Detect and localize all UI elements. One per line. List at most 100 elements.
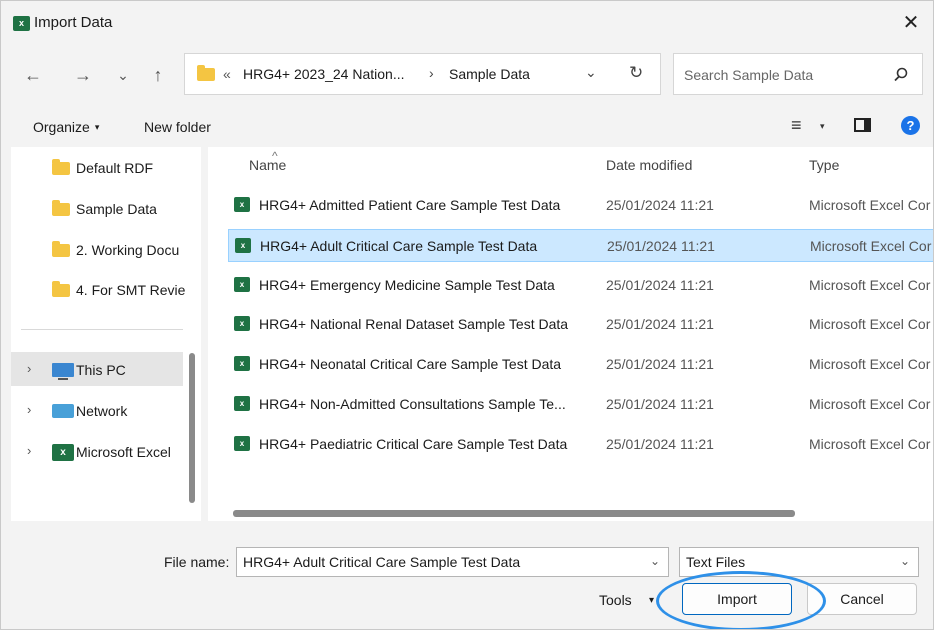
file-date-modified: 25/01/2024 11:21 bbox=[606, 356, 714, 372]
up-button[interactable]: ↑ bbox=[146, 63, 170, 87]
file-name: HRG4+ Paediatric Critical Care Sample Te… bbox=[259, 436, 568, 452]
file-row[interactable]: x HRG4+ Neonatal Critical Care Sample Tes… bbox=[228, 348, 933, 381]
expand-chevron-icon[interactable]: › bbox=[27, 443, 31, 458]
excel-icon: x bbox=[52, 444, 74, 461]
nav-this-pc[interactable]: › This PC bbox=[11, 352, 183, 386]
file-row[interactable]: x HRG4+ Admitted Patient Care Sample Test… bbox=[228, 189, 933, 222]
nav-microsoft-excel[interactable]: › x Microsoft Excel bbox=[11, 434, 183, 468]
address-bar[interactable]: « HRG4+ 2023_24 Nation... › Sample Data … bbox=[184, 53, 661, 95]
dialog-title: Import Data bbox=[34, 14, 113, 31]
import-button[interactable]: Import bbox=[682, 583, 792, 615]
folder-icon bbox=[197, 65, 215, 81]
expand-chevron-icon[interactable]: › bbox=[27, 361, 31, 376]
recent-locations-button[interactable]: ⌄ bbox=[111, 63, 135, 87]
nav-folder-smt-review[interactable]: 4. For SMT Revie bbox=[11, 272, 186, 306]
expand-chevron-icon[interactable]: › bbox=[27, 402, 31, 417]
file-name-label: File name: bbox=[164, 554, 230, 570]
tools-menu[interactable]: Tools bbox=[599, 592, 632, 608]
close-button[interactable]: ✕ bbox=[897, 9, 925, 37]
refresh-icon[interactable]: ↻ bbox=[629, 63, 643, 83]
file-name: HRG4+ Non-Admitted Consultations Sample … bbox=[259, 396, 566, 412]
file-type: Microsoft Excel Cor bbox=[809, 396, 931, 412]
excel-file-icon: x bbox=[234, 316, 250, 331]
file-list: Name ^ Date modified Type x HRG4+ Admitte… bbox=[208, 147, 933, 521]
address-overflow-indicator[interactable]: « bbox=[223, 66, 231, 82]
folder-icon bbox=[52, 159, 70, 175]
new-folder-button[interactable]: New folder bbox=[144, 119, 211, 135]
nav-folder-label: 2. Working Docu bbox=[76, 242, 180, 258]
file-row[interactable]: x HRG4+ Emergency Medicine Sample Test Da… bbox=[228, 269, 933, 302]
organize-menu[interactable]: Organize ▾ bbox=[33, 119, 99, 135]
file-type: Microsoft Excel Cor bbox=[809, 316, 931, 332]
column-header-type[interactable]: Type bbox=[809, 157, 839, 173]
tools-caret-icon[interactable]: ▾ bbox=[649, 595, 654, 606]
help-icon[interactable]: ? bbox=[901, 116, 920, 135]
import-data-dialog: x Import Data ✕ ← → ⌄ ↑ « HRG4+ 2023_24 … bbox=[0, 0, 934, 630]
navigation-pane: Default RDF Sample Data 2. Working Docu … bbox=[11, 147, 201, 521]
nav-pane-scrollbar[interactable] bbox=[189, 353, 195, 503]
nav-location-label: Microsoft Excel bbox=[76, 444, 171, 460]
column-header-date-modified[interactable]: Date modified bbox=[606, 157, 692, 173]
folder-icon bbox=[52, 200, 70, 216]
file-name: HRG4+ Admitted Patient Care Sample Test … bbox=[259, 197, 561, 213]
nav-location-label: Network bbox=[76, 403, 128, 419]
search-box[interactable]: Search Sample Data bbox=[673, 53, 923, 95]
computer-icon bbox=[52, 363, 74, 380]
file-row[interactable]: x HRG4+ Paediatric Critical Care Sample T… bbox=[228, 428, 933, 461]
file-type-select[interactable]: Text Files ⌄ bbox=[679, 547, 919, 577]
nav-divider bbox=[21, 329, 183, 330]
nav-folder-label: 4. For SMT Revie bbox=[76, 282, 186, 298]
nav-folder-default-rdf[interactable]: Default RDF bbox=[11, 150, 183, 184]
file-type-dropdown-icon[interactable]: ⌄ bbox=[900, 554, 910, 568]
network-icon bbox=[52, 404, 74, 418]
cancel-button[interactable]: Cancel bbox=[807, 583, 917, 615]
file-name: HRG4+ Adult Critical Care Sample Test Da… bbox=[260, 238, 538, 254]
file-type: Microsoft Excel Cor bbox=[809, 277, 931, 293]
address-dropdown-icon[interactable]: ⌄ bbox=[585, 64, 597, 81]
excel-file-icon: x bbox=[234, 277, 250, 292]
preview-pane-icon[interactable] bbox=[854, 118, 871, 132]
file-type: Microsoft Excel Cor bbox=[810, 238, 932, 254]
nav-folder-sample-data[interactable]: Sample Data bbox=[11, 191, 183, 225]
file-name: HRG4+ Neonatal Critical Care Sample Test… bbox=[259, 356, 562, 372]
view-options-icon[interactable]: ≡ bbox=[791, 115, 802, 136]
search-input[interactable]: Search Sample Data bbox=[684, 67, 813, 83]
nav-folder-working-docs[interactable]: 2. Working Docu bbox=[11, 232, 183, 266]
file-name-value[interactable]: HRG4+ Adult Critical Care Sample Test Da… bbox=[243, 554, 520, 570]
organize-label: Organize bbox=[33, 119, 90, 135]
excel-file-icon: x bbox=[234, 396, 250, 411]
file-name: HRG4+ National Renal Dataset Sample Test… bbox=[259, 316, 569, 332]
column-header-name[interactable]: Name ^ bbox=[249, 149, 286, 173]
file-type: Microsoft Excel Cor bbox=[809, 197, 931, 213]
file-row[interactable]: x HRG4+ Non-Admitted Consultations Sample… bbox=[228, 388, 933, 421]
nav-network[interactable]: › Network bbox=[11, 393, 183, 427]
breadcrumb-parent[interactable]: HRG4+ 2023_24 Nation... bbox=[243, 66, 405, 82]
file-type: Microsoft Excel Cor bbox=[809, 436, 931, 452]
title-bar: x Import Data ✕ bbox=[1, 1, 933, 47]
file-date-modified: 25/01/2024 11:21 bbox=[606, 316, 714, 332]
file-row[interactable]: x HRG4+ National Renal Dataset Sample Tes… bbox=[228, 308, 933, 341]
sort-ascending-icon: ^ bbox=[272, 149, 278, 163]
breadcrumb-current[interactable]: Sample Data bbox=[449, 66, 530, 82]
folder-icon bbox=[52, 281, 70, 297]
file-date-modified: 25/01/2024 11:21 bbox=[606, 277, 714, 293]
nav-folder-label: Sample Data bbox=[76, 201, 157, 217]
excel-file-icon: x bbox=[234, 436, 250, 451]
search-icon[interactable] bbox=[892, 66, 910, 84]
forward-button[interactable]: → bbox=[71, 63, 95, 87]
file-row[interactable]: x HRG4+ Adult Critical Care Sample Test D… bbox=[228, 229, 933, 262]
nav-location-label: This PC bbox=[76, 362, 126, 378]
excel-file-icon: x bbox=[234, 356, 250, 371]
folder-icon bbox=[52, 241, 70, 257]
file-type-value: Text Files bbox=[686, 554, 746, 570]
file-name-dropdown-icon[interactable]: ⌄ bbox=[650, 554, 660, 568]
view-caret-icon[interactable]: ▾ bbox=[820, 121, 825, 132]
horizontal-scrollbar[interactable] bbox=[233, 510, 795, 517]
breadcrumb-separator-icon[interactable]: › bbox=[429, 65, 434, 81]
back-button[interactable]: ← bbox=[21, 63, 45, 87]
excel-file-icon: x bbox=[234, 197, 250, 212]
file-name-input[interactable]: HRG4+ Adult Critical Care Sample Test Da… bbox=[236, 547, 669, 577]
file-name: HRG4+ Emergency Medicine Sample Test Dat… bbox=[259, 277, 555, 293]
file-date-modified: 25/01/2024 11:21 bbox=[606, 436, 714, 452]
file-date-modified: 25/01/2024 11:21 bbox=[607, 238, 715, 254]
